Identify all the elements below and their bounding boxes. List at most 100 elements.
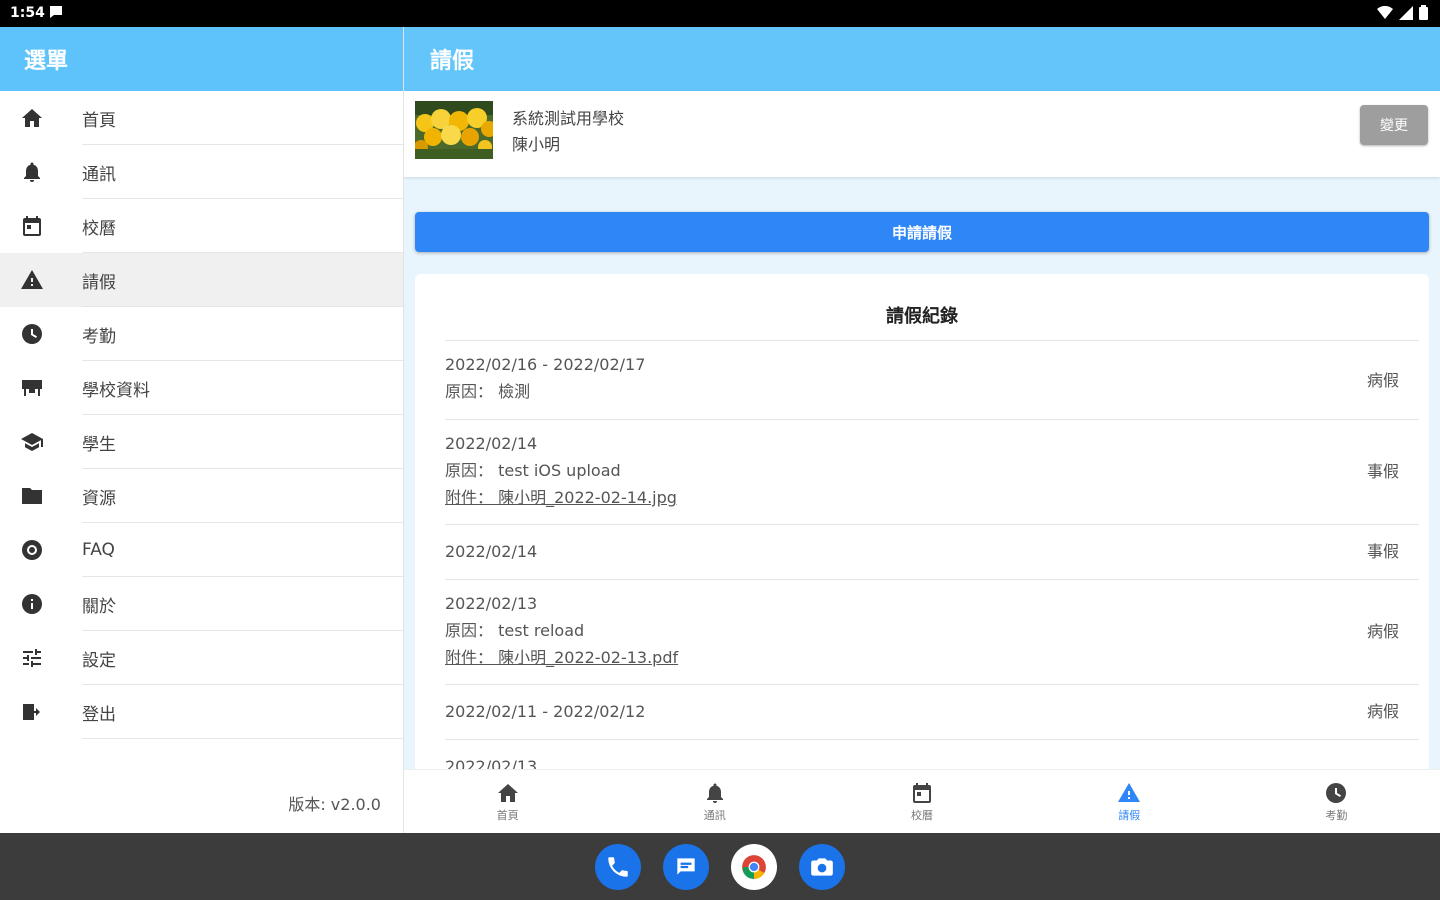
clock-icon	[18, 320, 46, 348]
record-type: 事假	[1366, 462, 1399, 481]
main-panel: 請假 系統測試用學校 陳小明 變更 申請請假 請假紀錄 2022/02/16 -…	[404, 27, 1440, 833]
sidebar-item-settings[interactable]: 設定	[0, 631, 403, 685]
status-time: 1:54	[10, 5, 45, 21]
sidebar-item-label: 登出	[82, 704, 116, 725]
sidebar-item-label: FAQ	[82, 540, 115, 560]
sidebar-item-resources[interactable]: 資源	[0, 469, 403, 523]
phone-app-button[interactable]	[595, 843, 641, 890]
messages-icon	[677, 857, 695, 875]
warning-icon	[1118, 783, 1141, 802]
sidebar-item-leave[interactable]: 請假	[0, 253, 403, 307]
sidebar-item-label: 校曆	[82, 218, 116, 239]
page-title: 請假	[404, 27, 1440, 91]
phone-icon	[608, 856, 628, 877]
sidebar-item-label: 學校資料	[82, 380, 150, 401]
sidebar-item-students[interactable]: 學生	[0, 415, 403, 469]
record-date: 2022/02/13	[445, 594, 538, 613]
sidebar-item-logout[interactable]: 登出	[0, 685, 403, 739]
camera-icon	[811, 857, 833, 876]
record-reason: 原因： 檢測	[445, 382, 531, 401]
tab-leave[interactable]: 請假	[1026, 770, 1233, 833]
status-bar: 1:54	[0, 0, 1440, 27]
sidebar-item-school-info[interactable]: 學校資料	[0, 361, 403, 415]
info-icon	[18, 590, 46, 618]
list-item[interactable]: 2022/02/14 原因： test iOS upload 附件： 陳小明_2…	[445, 419, 1419, 524]
warning-icon	[18, 266, 46, 294]
sidebar-title: 選單	[0, 27, 403, 91]
bell-icon	[706, 783, 723, 803]
notification-icon	[50, 6, 62, 18]
record-attachment-link[interactable]: 附件： 陳小明_2022-02-14.jpg	[445, 484, 1419, 511]
sidebar-item-label: 關於	[82, 596, 116, 617]
sidebar-item-faq[interactable]: FAQ	[0, 523, 403, 577]
change-student-button[interactable]: 變更	[1360, 105, 1428, 145]
sidebar-item-label: 學生	[82, 434, 116, 455]
sidebar-item-label: 設定	[82, 650, 116, 671]
folder-icon	[18, 482, 46, 510]
sidebar-item-attendance[interactable]: 考勤	[0, 307, 403, 361]
tab-label: 請假	[1118, 809, 1141, 822]
clock-icon	[1326, 783, 1347, 803]
sidebar-menu: 首頁 通訊 校曆 請假 考勤 學校資料 學生 資源 FAQ 關於 設定 登出	[0, 91, 403, 739]
home-icon	[18, 104, 46, 132]
sidebar-item-home[interactable]: 首頁	[0, 91, 403, 145]
calendar-icon	[18, 212, 46, 240]
leave-records-card: 請假紀錄 2022/02/16 - 2022/02/17 原因： 檢測 病假 2…	[415, 274, 1429, 794]
battery-icon	[1419, 5, 1428, 20]
record-date: 2022/02/16 - 2022/02/17	[445, 355, 646, 374]
list-item[interactable]: 2022/02/13 原因： test reload 附件： 陳小明_2022-…	[445, 579, 1419, 684]
record-date: 2022/02/14	[445, 542, 538, 561]
school-icon	[18, 374, 46, 402]
sidebar-item-calendar[interactable]: 校曆	[0, 199, 403, 253]
chrome-app-button[interactable]	[731, 843, 777, 890]
record-type: 病假	[1366, 371, 1399, 390]
system-icons	[1377, 5, 1428, 20]
school-name: 系統測試用學校	[512, 109, 625, 128]
signal-icon	[1399, 5, 1413, 20]
apply-leave-button[interactable]: 申請請假	[415, 212, 1429, 252]
lifebuoy-icon	[18, 536, 46, 564]
calendar-icon	[913, 783, 931, 803]
record-reason: 原因： test reload	[445, 621, 585, 640]
sidebar-item-about[interactable]: 關於	[0, 577, 403, 631]
tab-label: 首頁	[496, 809, 519, 822]
graduation-cap-icon	[18, 428, 46, 456]
record-date: 2022/02/11 - 2022/02/12	[445, 702, 646, 721]
logout-icon	[18, 698, 46, 726]
tab-calendar[interactable]: 校曆	[818, 770, 1025, 833]
record-type: 事假	[1366, 542, 1399, 561]
sidebar-item-label: 請假	[82, 272, 116, 293]
sidebar-item-label: 首頁	[82, 110, 116, 131]
tab-attendance[interactable]: 考勤	[1233, 770, 1440, 833]
sidebar-item-label: 資源	[82, 488, 116, 509]
tab-label: 通訊	[703, 809, 726, 822]
tab-label: 考勤	[1325, 809, 1348, 822]
bell-icon	[18, 158, 46, 186]
app-version: 版本: v2.0.0	[288, 795, 381, 814]
camera-app-button[interactable]	[799, 843, 845, 890]
wifi-icon	[1377, 5, 1393, 19]
chrome-icon	[742, 854, 766, 879]
record-type: 病假	[1366, 702, 1399, 721]
tab-messages[interactable]: 通訊	[611, 770, 818, 833]
list-item[interactable]: 2022/02/14 事假	[445, 524, 1419, 579]
bottom-tab-bar: 首頁 通訊 校曆 請假 考勤	[404, 769, 1440, 833]
sidebar-item-messages[interactable]: 通訊	[0, 145, 403, 199]
sidebar: 選單 首頁 通訊 校曆 請假 考勤 學校資料 學生 資源 FAQ 關於 設定 登…	[0, 27, 404, 833]
list-item[interactable]: 2022/02/11 - 2022/02/12 病假	[445, 684, 1419, 739]
record-type: 病假	[1366, 622, 1399, 641]
android-dock	[0, 833, 1440, 900]
record-attachment-link[interactable]: 附件： 陳小明_2022-02-13.pdf	[445, 644, 1419, 671]
record-date: 2022/02/14	[445, 434, 538, 453]
messages-app-button[interactable]	[663, 843, 709, 890]
list-item[interactable]: 2022/02/16 - 2022/02/17 原因： 檢測 病假	[445, 340, 1419, 419]
home-icon	[497, 784, 518, 802]
student-profile-card: 系統測試用學校 陳小明 變更	[404, 91, 1440, 177]
record-reason: 原因： test iOS upload	[445, 461, 621, 480]
tab-home[interactable]: 首頁	[404, 770, 611, 833]
sidebar-item-label: 通訊	[82, 164, 116, 185]
student-name: 陳小明	[512, 135, 561, 154]
sidebar-item-label: 考勤	[82, 326, 116, 347]
student-photo	[415, 101, 493, 159]
records-title: 請假紀錄	[886, 306, 958, 327]
